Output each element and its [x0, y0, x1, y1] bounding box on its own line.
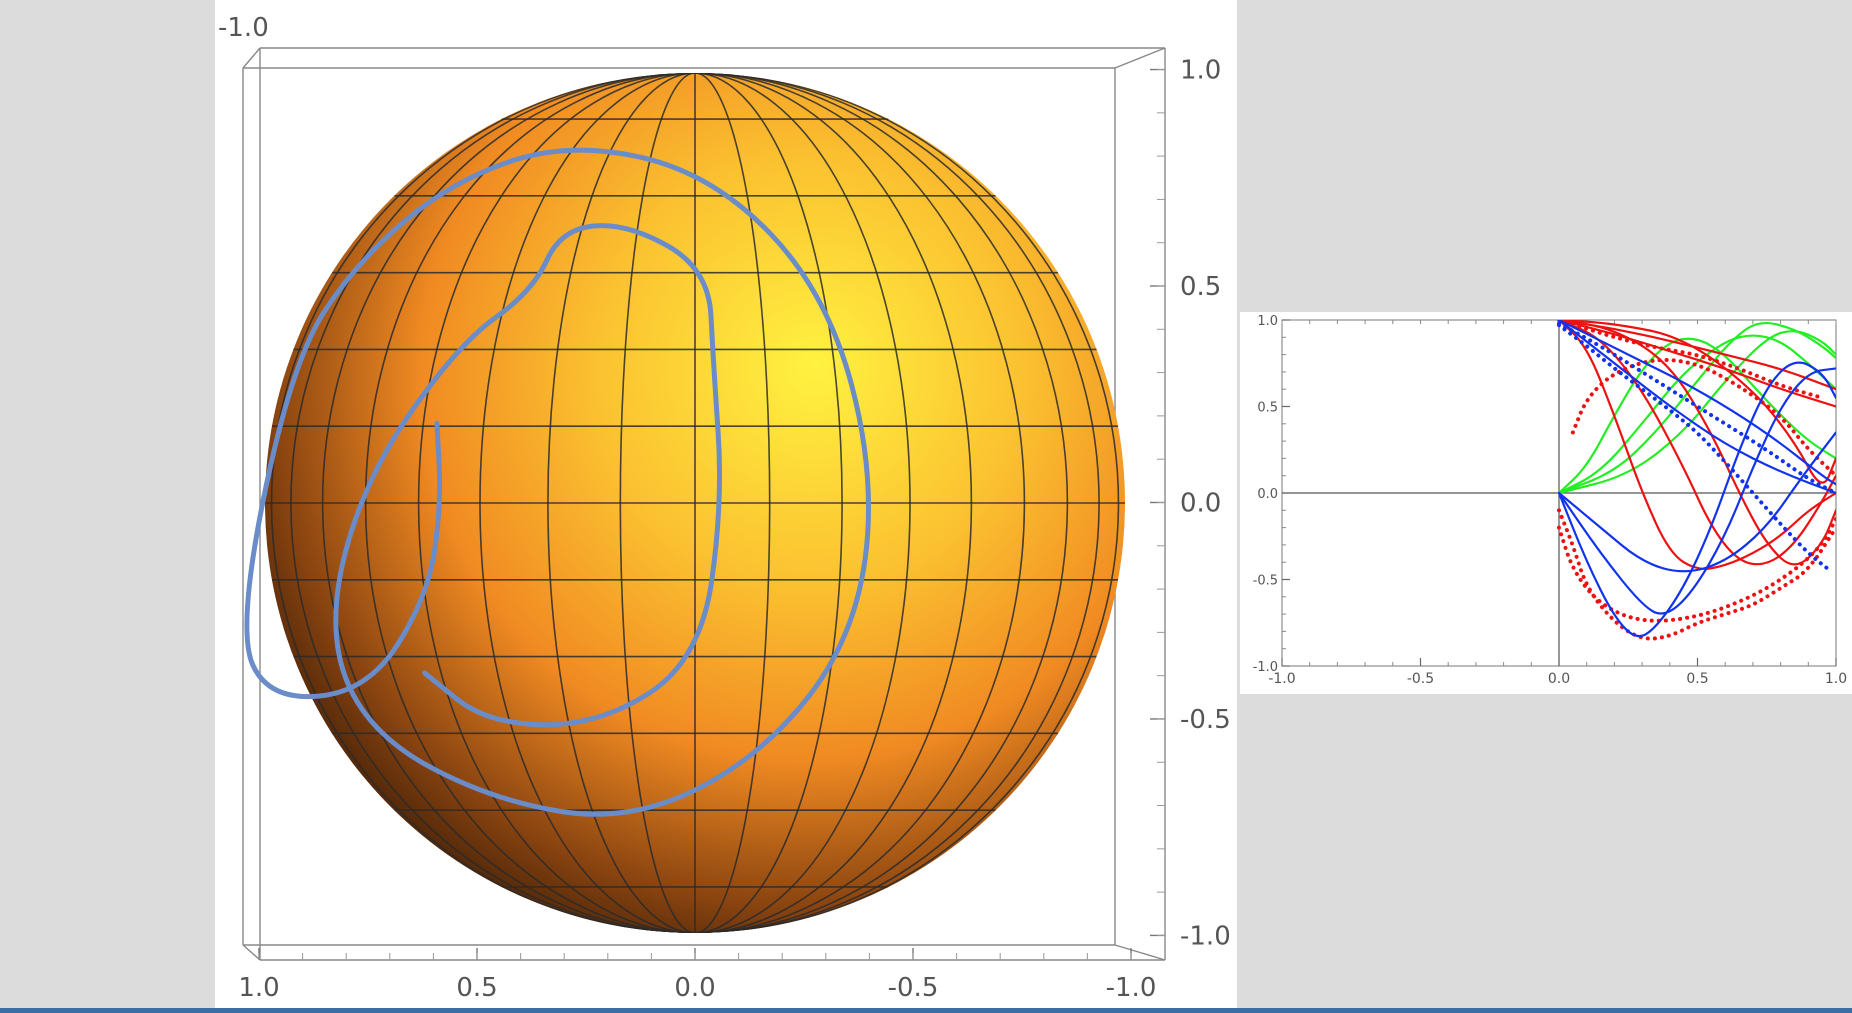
y-axis-tick-label: 1.0 — [1180, 56, 1221, 86]
y-axis-tick-label: 0.0 — [1180, 488, 1221, 518]
y-axis-tick-label: 0.5 — [1180, 272, 1221, 302]
small-x-tick-label: 1.0 — [1825, 671, 1847, 687]
x-axis-tick-label: 0.5 — [456, 973, 497, 1003]
y-axis-tick-label: -1.0 — [1180, 921, 1231, 951]
small-y-tick-label: 0.0 — [1257, 487, 1278, 502]
x-axis-tick-label: 0.0 — [674, 973, 715, 1003]
small-y-tick-label: -0.5 — [1253, 574, 1278, 589]
status-bar — [0, 1008, 1852, 1013]
x-axis-tick-label: -1.0 — [1106, 973, 1157, 1003]
small-y-tick-label: 1.0 — [1257, 314, 1278, 329]
small-y-tick-label: -1.0 — [1253, 660, 1278, 675]
x-axis-tick-label: 1.0 — [238, 973, 279, 1003]
small-x-tick-label: 0.0 — [1548, 671, 1570, 687]
small-x-tick-label: -0.5 — [1407, 671, 1434, 687]
top-left-label: -1.0 — [218, 13, 269, 43]
small-y-tick-label: 0.5 — [1257, 401, 1278, 416]
y-axis-tick-label: -0.5 — [1180, 705, 1231, 735]
small-x-tick-label: 0.5 — [1686, 671, 1708, 687]
figure-canvas: -1.0 1.00.50.0-0.5-1.01.0 0.5 0.0 -0.5 -1.0 … — [0, 0, 1852, 1013]
x-axis-tick-label: -0.5 — [888, 973, 939, 1003]
